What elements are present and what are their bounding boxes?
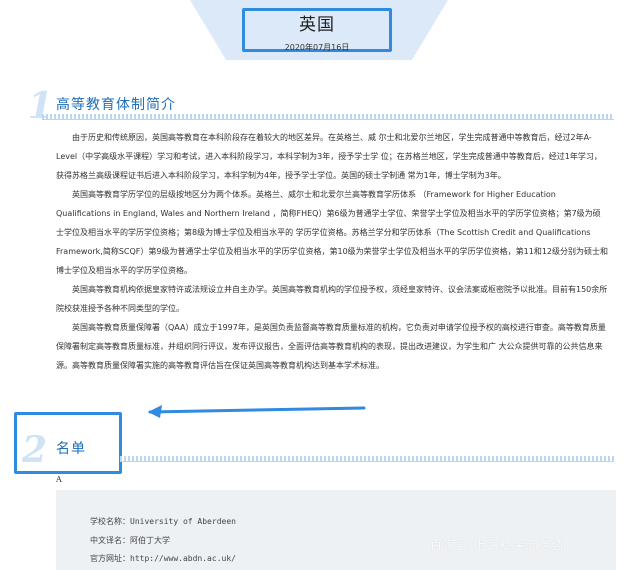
publish-date: 2020年07月16日	[284, 43, 350, 52]
pointer-arrow-icon	[148, 405, 366, 418]
chinese-name: 中文译名：阿伯丁大学	[90, 536, 170, 545]
section-1-divider-line	[42, 119, 614, 120]
page-title: 英国	[299, 15, 335, 35]
section-2-number: 2	[22, 429, 48, 471]
section-2-divider-line	[120, 461, 614, 462]
document-page: 英国 2020年07月16日 1 高等教育体制简介 由于历史和传统原因，英国高等…	[0, 0, 640, 570]
group-letter: A	[56, 475, 62, 484]
school-name: 学校名称：University of Aberdeen	[90, 517, 236, 526]
paragraph: 英国高等教育学历学位的层级按地区分为两个体系。英格兰、威尔士和北爱尔兰高等教育学…	[56, 190, 609, 275]
official-website: 官方网址：http://www.abdn.ac.uk/	[90, 554, 236, 563]
section-2-title: 名单	[56, 441, 86, 457]
section-1-body: 由于历史和传统原因，英国高等教育在本科阶段存在着较大的地区差异。在英格兰、威 尔…	[56, 128, 608, 375]
watermark: 百家号/上海稳朵商务咨	[430, 538, 566, 552]
paragraph: 英国高等教育质量保障署（QAA）成立于1997年，是英国负责监督高等教育质量标准…	[56, 323, 606, 370]
paragraph: 由于历史和传统原因，英国高等教育在本科阶段存在着较大的地区差异。在英格兰、威 尔…	[56, 133, 602, 180]
section-1-title: 高等教育体制简介	[56, 97, 176, 113]
paragraph: 英国高等教育机构依据皇家特许或法规设立并自主办学。英国高等教育机构的学位授予权，…	[56, 285, 608, 313]
